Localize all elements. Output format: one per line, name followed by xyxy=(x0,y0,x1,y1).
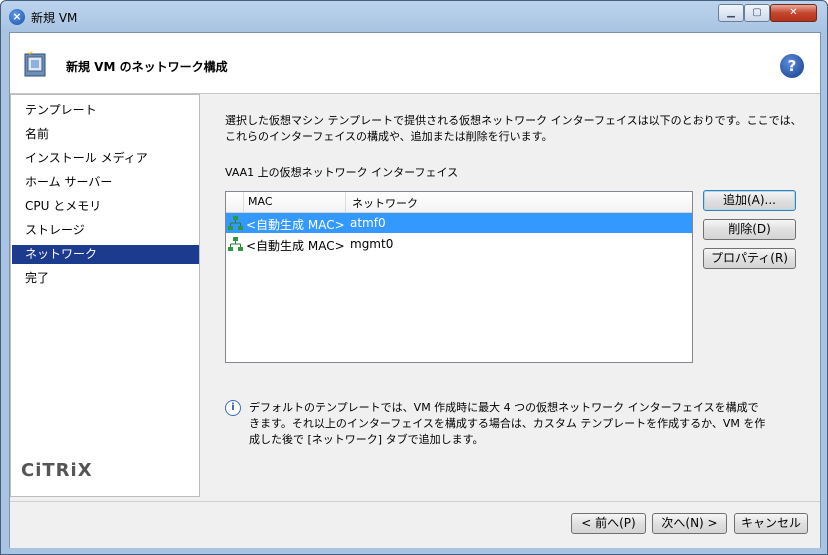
help-icon[interactable]: ? xyxy=(780,54,804,78)
info-text: デフォルトのテンプレートでは、VM 作成時に最大 4 つの仮想ネットワーク イン… xyxy=(249,401,766,446)
delete-button[interactable]: 削除(D) xyxy=(703,219,796,240)
wizard-body: テンプレート 名前 インストール メディア ホーム サーバー CPU とメモリ … xyxy=(10,94,820,501)
table-row[interactable]: <自動生成 MAC> atmf0 xyxy=(226,213,692,233)
wizard-steps: テンプレート 名前 インストール メディア ホーム サーバー CPU とメモリ … xyxy=(10,94,200,497)
sidebar-item-home-server[interactable]: ホーム サーバー xyxy=(12,173,199,192)
maximize-button[interactable]: ▢ xyxy=(744,4,770,22)
minimize-button[interactable]: ▁ xyxy=(718,4,744,22)
sidebar-item-name[interactable]: 名前 xyxy=(12,125,199,144)
sidebar-item-finish[interactable]: 完了 xyxy=(12,269,199,288)
interface-list[interactable]: MAC ネットワーク <自動生成 MAC> atmf0 <自動生成 MAC> m… xyxy=(225,191,693,363)
close-button[interactable]: ✕ xyxy=(770,4,817,22)
dialog-window: × 新規 VM ▁ ▢ ✕ 新規 VM のネットワーク構成 ? テンプレート 名… xyxy=(0,0,828,555)
row-network: mgmt0 xyxy=(350,237,394,251)
maximize-icon: ▢ xyxy=(752,7,762,18)
wizard-header: 新規 VM のネットワーク構成 ? xyxy=(10,33,820,94)
close-icon: ✕ xyxy=(789,7,798,18)
list-header: MAC ネットワーク xyxy=(226,192,692,213)
info-icon: i xyxy=(225,400,241,416)
sidebar-item-storage[interactable]: ストレージ xyxy=(12,221,199,240)
network-icon xyxy=(228,216,243,230)
column-header-mac[interactable]: MAC xyxy=(248,195,273,208)
sidebar-item-cpu-memory[interactable]: CPU とメモリ xyxy=(12,197,199,216)
column-divider xyxy=(345,192,346,212)
back-button[interactable]: < 前へ(P) xyxy=(571,513,646,534)
row-mac: <自動生成 MAC> xyxy=(246,239,345,253)
row-mac: <自動生成 MAC> xyxy=(246,218,345,232)
window-title: 新規 VM xyxy=(31,11,78,25)
column-divider xyxy=(243,192,244,212)
title-bar[interactable]: × 新規 VM ▁ ▢ ✕ xyxy=(1,1,827,32)
properties-button[interactable]: プロパティ(R) xyxy=(703,248,796,269)
citrix-logo: CiTRiX xyxy=(21,460,93,481)
page-title: 新規 VM のネットワーク構成 xyxy=(66,60,228,74)
wizard-footer: < 前へ(P) 次へ(N) > キャンセル xyxy=(10,501,820,548)
add-button[interactable]: 追加(A)... xyxy=(703,190,796,211)
cancel-button[interactable]: キャンセル xyxy=(734,513,808,534)
table-row[interactable]: <自動生成 MAC> mgmt0 xyxy=(226,234,692,254)
next-button[interactable]: 次へ(N) > xyxy=(652,513,727,534)
vm-icon xyxy=(24,49,46,77)
network-icon xyxy=(228,237,243,251)
sidebar-item-template[interactable]: テンプレート xyxy=(12,101,199,120)
column-header-network[interactable]: ネットワーク xyxy=(352,195,418,211)
dialog-client: 新規 VM のネットワーク構成 ? テンプレート 名前 インストール メディア … xyxy=(9,32,821,548)
sidebar-item-install-media[interactable]: インストール メディア xyxy=(12,149,199,168)
sidebar-item-network[interactable]: ネットワーク xyxy=(12,245,199,264)
close-circle-icon: × xyxy=(9,9,25,25)
row-network: atmf0 xyxy=(350,216,386,230)
page-description: 選択した仮想マシン テンプレートで提供される仮想ネットワーク インターフェイスは… xyxy=(225,114,802,143)
minimize-icon: ▁ xyxy=(727,7,735,18)
interface-list-label: VAA1 上の仮想ネットワーク インターフェイス xyxy=(225,166,459,179)
